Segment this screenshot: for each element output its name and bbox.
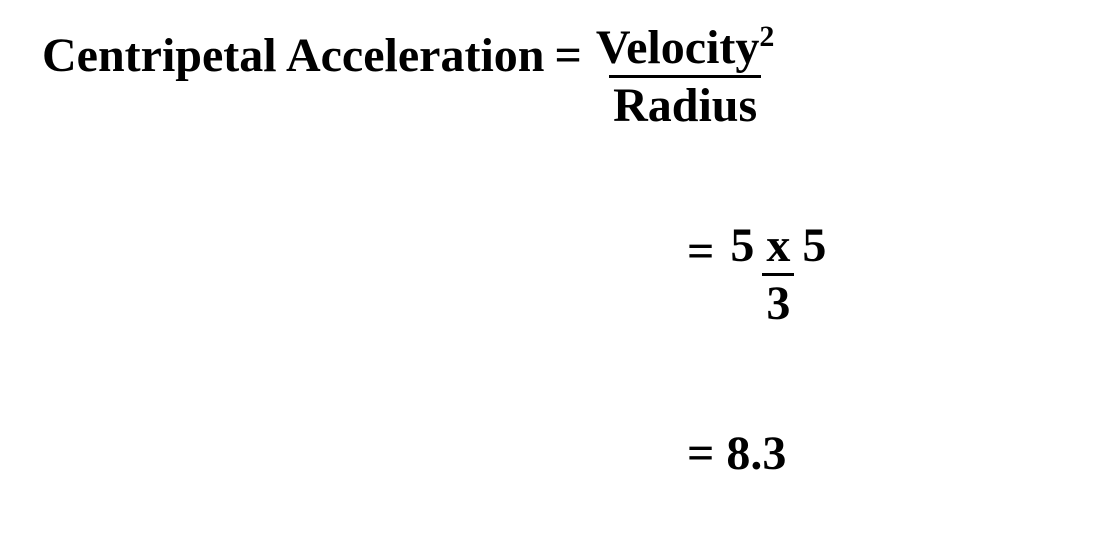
equals-sign: = (687, 428, 714, 481)
substitution-step: = 5 x 5 3 (687, 220, 830, 331)
formula-numerator: Velocity2 (592, 22, 779, 75)
result-step: = 8.3 (687, 428, 786, 481)
formula-definition: Centripetal Acceleration = Velocity2 Rad… (42, 22, 778, 133)
formula-denominator: Radius (609, 75, 761, 133)
numerator-base: Velocity (596, 21, 760, 74)
equals-sign: = (555, 22, 582, 83)
substitution-fraction: 5 x 5 3 (726, 220, 830, 331)
substitution-denominator: 3 (762, 273, 794, 331)
substitution-numerator: 5 x 5 (726, 220, 830, 273)
equals-sign: = (687, 220, 714, 279)
lhs-label: Centripetal Acceleration (42, 22, 545, 83)
formula-fraction: Velocity2 Radius (592, 22, 779, 133)
numerator-exponent: 2 (759, 20, 774, 53)
result-value: 8.3 (726, 428, 786, 481)
